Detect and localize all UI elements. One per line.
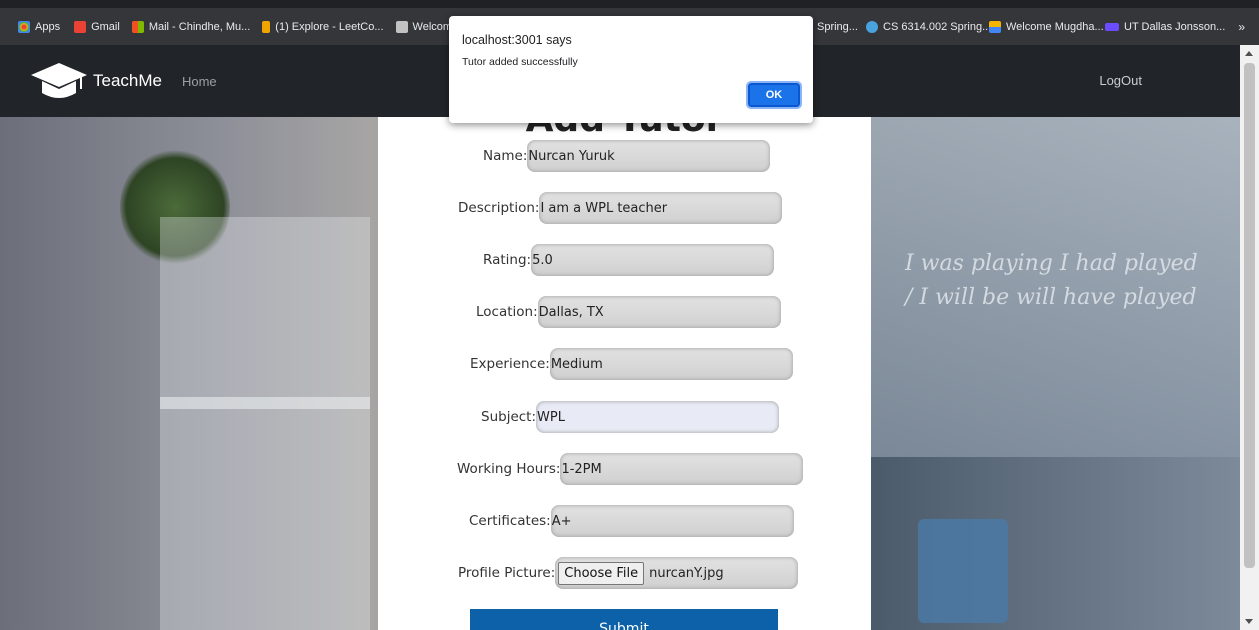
nav-home-link[interactable]: Home	[182, 74, 217, 89]
rating-label: Rating:	[483, 252, 532, 268]
bookmark-leetcode[interactable]: (1) Explore - LeetCo...	[262, 20, 384, 33]
location-input[interactable]	[537, 296, 781, 328]
description-row: Description:	[378, 191, 871, 225]
subject-label: Subject:	[481, 409, 537, 425]
choose-file-button[interactable]: Choose File	[558, 561, 645, 585]
course-icon	[866, 20, 878, 33]
bookmark-spring[interactable]: Spring...	[817, 21, 858, 33]
working-hours-input[interactable]	[560, 453, 804, 485]
welcome-icon	[989, 20, 1001, 33]
experience-input[interactable]	[549, 348, 793, 380]
working-hours-label: Working Hours:	[457, 461, 561, 477]
selected-file-name: nurcanY.jpg	[649, 565, 724, 581]
bookmark-utdallas[interactable]: UT Dallas Jonsson...	[1105, 21, 1225, 33]
certificates-label: Certificates:	[469, 513, 551, 529]
file-upload-field[interactable]: Choose File nurcanY.jpg	[555, 557, 799, 589]
bookmark-mail[interactable]: Mail - Chindhe, Mu...	[131, 20, 250, 33]
bookmark-welcome-mugdha[interactable]: Welcome Mugdha...	[989, 20, 1104, 33]
dialog-title: localhost:3001 says	[462, 33, 572, 47]
description-input[interactable]	[539, 192, 783, 224]
location-label: Location:	[476, 304, 538, 320]
bookmarks-overflow-button[interactable]: »	[1238, 20, 1245, 34]
add-tutor-form: Add Tutor Name: Description: Rating: Loc…	[378, 99, 871, 630]
brand-name[interactable]: TeachMe	[93, 71, 162, 91]
profile-picture-row: Profile Picture: Choose File nurcanY.jpg	[378, 556, 871, 590]
name-input[interactable]	[527, 140, 771, 172]
rating-row: Rating:	[378, 243, 871, 277]
whiteboard-writing: I was playing I had played / I will be w…	[905, 251, 1198, 310]
submit-button[interactable]: Submit	[470, 609, 778, 630]
apps-grid-icon	[18, 20, 30, 33]
shelf-board-decoration	[160, 397, 370, 409]
scrollbar-thumb[interactable]	[1244, 63, 1255, 568]
name-row: Name:	[378, 139, 871, 173]
leetcode-icon	[262, 20, 271, 33]
shelf-decoration	[160, 217, 370, 630]
outlook-icon	[131, 20, 144, 33]
profile-picture-label: Profile Picture:	[458, 565, 556, 581]
graduation-cap-icon[interactable]	[30, 61, 88, 101]
certificates-input[interactable]	[550, 505, 794, 537]
bookmark-cs6314[interactable]: CS 6314.002 Spring...	[866, 20, 991, 33]
description-label: Description:	[458, 200, 540, 216]
experience-label: Experience:	[470, 356, 550, 372]
subject-row: Subject:	[378, 400, 871, 434]
certificates-row: Certificates:	[378, 504, 871, 538]
dialog-message: Tutor added successfully	[462, 56, 578, 68]
mug-decoration	[918, 519, 1008, 623]
bookmark-apps[interactable]: Apps	[18, 20, 60, 33]
rating-input[interactable]	[531, 244, 775, 276]
experience-row: Experience:	[378, 347, 871, 381]
web-icon	[395, 20, 408, 33]
gmail-icon	[74, 20, 87, 33]
scroll-down-arrow-icon[interactable]	[1245, 619, 1253, 624]
working-hours-row: Working Hours:	[378, 452, 871, 486]
xm-icon	[1105, 22, 1119, 31]
bookmark-gmail[interactable]: Gmail	[74, 20, 120, 33]
logout-link[interactable]: LogOut	[1099, 73, 1142, 88]
alert-dialog: localhost:3001 says Tutor added successf…	[449, 16, 813, 123]
dialog-ok-button[interactable]: OK	[746, 81, 802, 109]
scroll-up-arrow-icon[interactable]	[1245, 51, 1253, 56]
page-scrollbar[interactable]	[1240, 45, 1259, 630]
subject-input[interactable]	[536, 401, 780, 433]
location-row: Location:	[378, 295, 871, 329]
name-label: Name:	[483, 148, 528, 164]
